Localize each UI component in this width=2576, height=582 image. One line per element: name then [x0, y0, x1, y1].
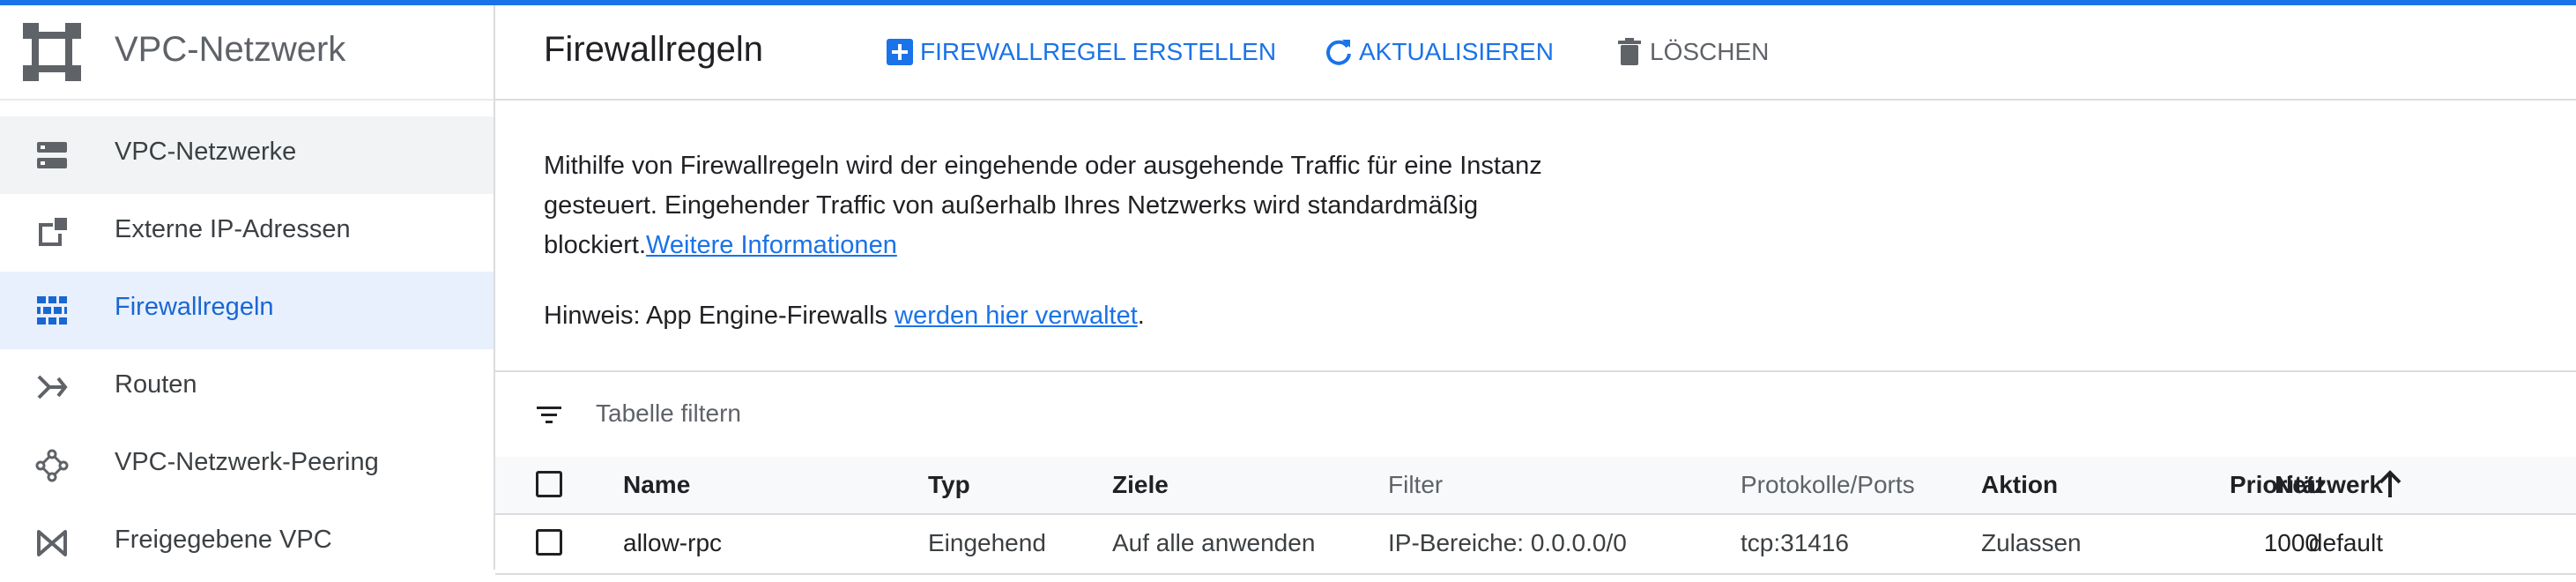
table-header-row: Name Typ Ziele Filter Protokolle/Ports A… [495, 457, 2576, 515]
cell-name[interactable]: allow-rpc [623, 515, 722, 571]
select-all-checkbox[interactable] [536, 471, 562, 497]
arrow-up-icon[interactable] [2374, 469, 2406, 501]
sidebar-item-vpc-networks[interactable]: VPC-Netzwerke [0, 116, 494, 194]
create-firewall-rule-button[interactable]: FIREWALLREGEL ERSTELLEN [885, 34, 1276, 70]
sidebar-item-label: VPC-Netzwerke [115, 138, 297, 166]
info-paragraph: Mithilfe von Firewallregeln wird der ein… [544, 146, 1601, 265]
peering-icon [35, 449, 69, 482]
note-suffix: . [1137, 302, 1145, 330]
sidebar-item-label: Freigegebene VPC [115, 526, 332, 554]
cell-filter: IP-Bereiche: 0.0.0.0/0 [1388, 529, 1627, 556]
page-title: Firewallregeln [544, 30, 763, 69]
sidebar-item-shared-vpc[interactable]: Freigegebene VPC [0, 504, 494, 582]
column-header-name[interactable]: Name [623, 457, 690, 513]
column-header-targets[interactable]: Ziele [1112, 457, 1169, 513]
app-engine-firewall-link[interactable]: werden hier verwaltet [895, 302, 1138, 330]
column-header-type[interactable]: Typ [928, 457, 970, 513]
trash-icon [1618, 38, 1641, 65]
refresh-icon [1326, 40, 1351, 65]
column-header-protocols: Protokolle/Ports [1741, 471, 1915, 498]
table-filter-bar [495, 370, 2576, 459]
column-header-filter: Filter [1388, 471, 1444, 498]
product-title: VPC-Netzwerk [115, 30, 346, 69]
main-content: Firewallregeln FIREWALLREGEL ERSTELLEN A… [495, 5, 2576, 575]
cell-protocols: tcp:31416 [1741, 529, 1849, 556]
row-checkbox[interactable] [536, 529, 562, 556]
table-row[interactable]: allow-rpc Eingehend Auf alle anwenden IP… [495, 515, 2576, 575]
app-engine-note: Hinweis: App Engine-Firewalls werden hie… [544, 302, 1145, 331]
cell-type: Eingehend [928, 529, 1046, 556]
sidebar-header: VPC-Netzwerk [0, 5, 494, 101]
refresh-button[interactable]: AKTUALISIEREN [1324, 34, 1554, 70]
cell-network[interactable]: default [2309, 515, 2383, 571]
delete-button-label: LÖSCHEN [1650, 38, 1770, 65]
firewall-icon [37, 296, 67, 325]
toolbar: Firewallregeln FIREWALLREGEL ERSTELLEN A… [495, 5, 2576, 101]
refresh-button-label: AKTUALISIEREN [1359, 38, 1554, 65]
sidebar-item-label: Externe IP-Adressen [115, 215, 351, 243]
sidebar: VPC-Netzwerk VPC-Netzwerke Externe IP-Ad… [0, 5, 495, 570]
sidebar-item-label: VPC-Netzwerk-Peering [115, 448, 379, 476]
sidebar-item-label: Firewallregeln [115, 293, 274, 321]
filter-list-icon[interactable] [534, 400, 564, 430]
vpc-network-icon [23, 23, 81, 81]
add-box-icon [887, 39, 913, 65]
sidebar-item-label: Routen [115, 370, 197, 399]
column-header-network[interactable]: Netzwerk [2275, 457, 2383, 513]
create-button-label: FIREWALLREGEL ERSTELLEN [920, 38, 1277, 65]
learn-more-link[interactable]: Weitere Informationen [646, 231, 897, 259]
table-filter-input[interactable] [594, 395, 1214, 432]
delete-button[interactable]: LÖSCHEN [1615, 34, 1769, 70]
sidebar-item-peering[interactable]: VPC-Netzwerk-Peering [0, 427, 494, 504]
column-header-action[interactable]: Aktion [1981, 457, 2058, 513]
cell-action: Zulassen [1981, 529, 2082, 556]
sidebar-item-external-ip[interactable]: Externe IP-Adressen [0, 194, 494, 272]
cell-targets: Auf alle anwenden [1112, 529, 1316, 556]
shared-vpc-icon [37, 530, 67, 556]
external-ip-icon [39, 218, 67, 246]
vpc-networks-icon [37, 142, 67, 168]
sidebar-item-firewall[interactable]: Firewallregeln [0, 272, 494, 349]
note-text: Hinweis: App Engine-Firewalls [544, 302, 895, 330]
routes-icon [37, 375, 68, 399]
sidebar-item-routes[interactable]: Routen [0, 349, 494, 427]
